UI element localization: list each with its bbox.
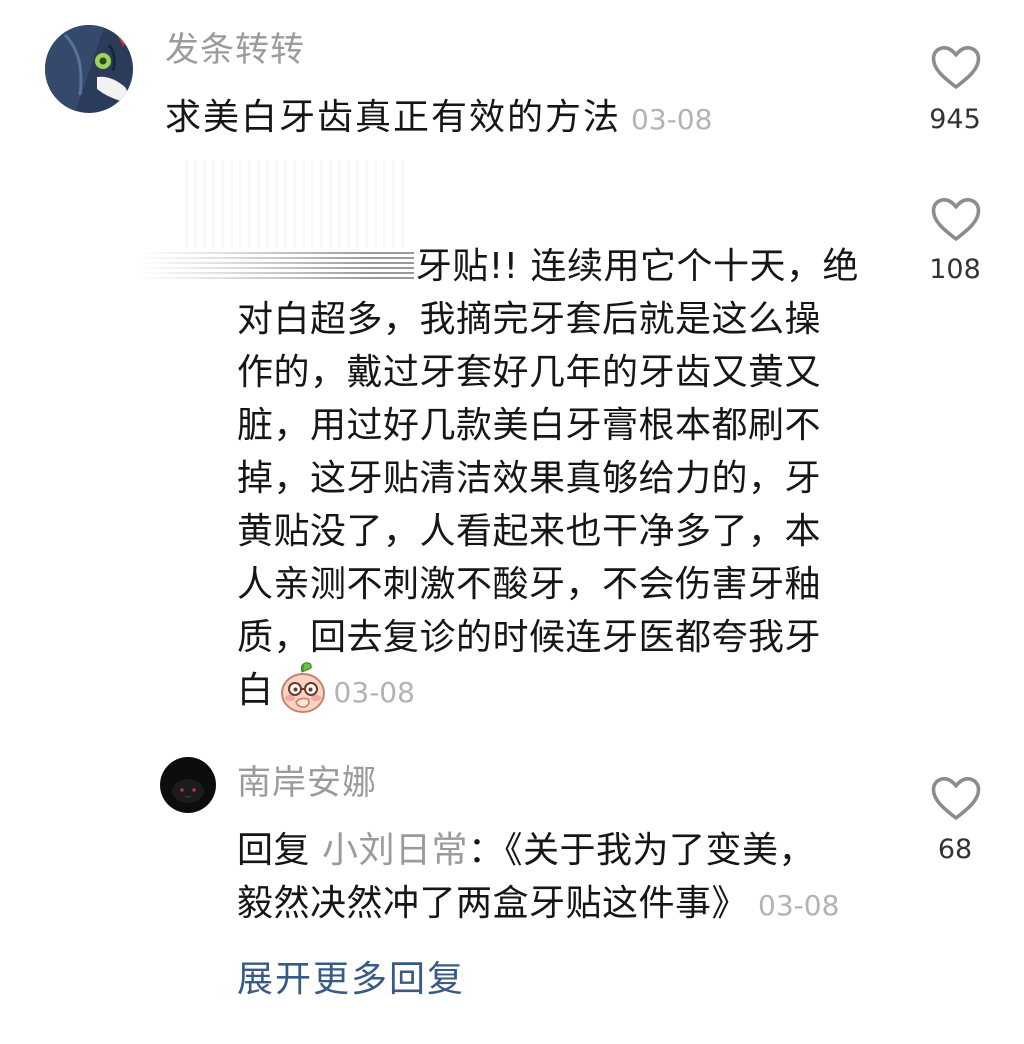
comment-2-like-button[interactable] — [930, 197, 982, 243]
reply-label: 回复 — [237, 830, 311, 871]
comment-2-last-line: 白 03-08 — [237, 662, 859, 717]
comment-2-text: 牙贴!! 连续用它个十天，绝 对白超多，我摘完牙套后就是这么操 作的，戴过牙套好… — [237, 240, 859, 717]
comment-3-username[interactable]: 南岸安娜 — [237, 763, 377, 803]
comment-2-line: 白 — [237, 670, 274, 711]
comment-3-body: 毅然决然冲了两盒牙贴这件事》 — [237, 883, 749, 924]
avatar-image — [160, 757, 216, 813]
comment-1-username[interactable]: 发条转转 — [165, 30, 305, 70]
comment-3-avatar[interactable] — [160, 757, 216, 813]
heart-outline-icon — [931, 46, 981, 89]
heart-outline-icon — [931, 198, 981, 241]
comment-2-line: 黄贴没了，人看起来也干净多了，本 — [237, 511, 822, 552]
comment-2-line: 人亲测不刺激不酸牙，不会伤害牙釉 — [237, 564, 822, 605]
blushing-peach-emoji-icon — [278, 662, 328, 714]
comment-2-line: 作的，戴过牙套好几年的牙齿又黄又 — [237, 352, 822, 393]
comment-3-like-button[interactable] — [930, 776, 982, 822]
comment-1-like-button[interactable] — [930, 45, 982, 91]
comment-1-text: 求美白牙齿真正有效的方法 03-08 — [165, 91, 712, 146]
comment-2-line: 质，回去复诊的时候连牙医都夸我牙 — [237, 617, 822, 658]
blurred-author-region — [185, 160, 405, 248]
comment-1-avatar[interactable] — [45, 25, 133, 113]
comment-3-date: 03-08 — [758, 889, 840, 922]
comment-1-date: 03-08 — [631, 103, 713, 136]
comment-3-like-count: 68 — [937, 834, 973, 865]
blurred-text-smear — [138, 252, 414, 280]
avatar-image — [45, 25, 133, 113]
comment-3-line: 回复 小刘日常：《关于我为了变美， — [237, 824, 839, 877]
comment-2-like-count: 108 — [929, 254, 981, 285]
comment-2-line: 对白超多，我摘完牙套后就是这么操 — [237, 299, 822, 340]
comment-1-body: 求美白牙齿真正有效的方法 — [165, 97, 622, 138]
comment-2-line: 掉，这牙贴清洁效果真够给力的，牙 — [237, 458, 822, 499]
comment-3-body: ：《关于我为了变美， — [468, 830, 816, 871]
comment-1-like-count: 945 — [929, 104, 981, 135]
comment-3-text: 回复 小刘日常：《关于我为了变美， 毅然决然冲了两盒牙贴这件事》 03-08 — [237, 824, 839, 930]
comment-2-line: 脏，用过好几款美白牙膏根本都刷不 — [237, 405, 822, 446]
comment-3-line: 毅然决然冲了两盒牙贴这件事》 03-08 — [237, 877, 839, 930]
comment-2-date: 03-08 — [333, 676, 415, 709]
heart-outline-icon — [931, 777, 981, 820]
reply-to-username[interactable]: 小刘日常 — [322, 830, 468, 871]
expand-more-replies-link[interactable]: 展开更多回复 — [237, 953, 465, 1006]
